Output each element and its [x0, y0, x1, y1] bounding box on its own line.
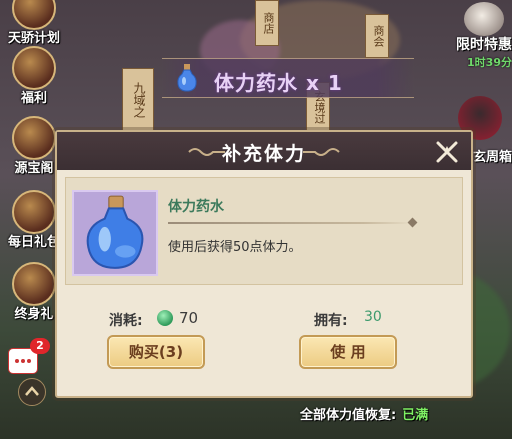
- item-info-panel: 体力药水 使用后获得50点体力。: [65, 177, 463, 285]
- background-sign-nine-realms: 九域之: [122, 68, 154, 132]
- chevron-up-icon: [25, 386, 39, 396]
- limited-offer-countdown: 1时39分: [467, 56, 512, 69]
- background-sign-guild: 商会: [365, 14, 389, 58]
- potion-bottle-icon: [177, 64, 197, 92]
- stamina-recover-status: 全部体力值恢复: 已满: [300, 404, 428, 423]
- menu-item-yuanbao-pavilion[interactable]: 源宝阁: [6, 116, 62, 176]
- recover-label: 全部体力值恢复:: [300, 408, 397, 423]
- gift-box-icon: [12, 190, 56, 234]
- scroll-icon: [12, 0, 56, 30]
- character-portrait-icon: [464, 2, 504, 36]
- cost-value: 70: [179, 309, 199, 327]
- recover-status-value: 已满: [402, 408, 429, 423]
- divider-ornament: [407, 217, 418, 228]
- character-event-label: 玄周箱: [472, 150, 512, 165]
- limited-offer-label: 限时特惠: [456, 37, 512, 53]
- limited-offer-button[interactable]: 限时特惠 1时39分: [440, 2, 512, 69]
- owned-label: 拥有:: [314, 313, 348, 329]
- item-description: 使用后获得50点体力。: [168, 240, 302, 255]
- menu-item-lifetime-gift[interactable]: 终身礼: [6, 262, 62, 322]
- menu-item-tianjiao-plan[interactable]: 天骄计划: [6, 0, 62, 46]
- jade-currency-icon: [157, 310, 173, 326]
- item-icon-frame: [72, 190, 158, 276]
- cloud-ornament-icon: [303, 148, 340, 156]
- replenish-stamina-dialog: 补充体力 体力药水 使用后获得50点体力。 消耗: 70 拥有: 30 购买(3…: [55, 130, 473, 398]
- use-button[interactable]: 使 用: [299, 335, 397, 369]
- divider: [168, 222, 412, 224]
- item-name: 体力药水: [168, 199, 224, 215]
- dialog-header: 补充体力: [57, 132, 471, 170]
- buy-button[interactable]: 购买(3): [107, 335, 205, 369]
- gift-scroll-icon: [12, 46, 56, 90]
- pavilion-icon: [12, 116, 56, 160]
- scroll-up-button[interactable]: [18, 378, 46, 406]
- menu-label: 天骄计划: [7, 31, 60, 46]
- cost-label: 消耗:: [109, 313, 143, 329]
- banner-item-text: 体力药水 x 1: [214, 71, 343, 95]
- menu-item-welfare[interactable]: 福利: [6, 46, 62, 106]
- dialog-title: 补充体力: [221, 143, 306, 165]
- chat-badge: 2: [30, 338, 50, 354]
- stamina-potion-icon: [86, 195, 144, 269]
- chest-icon: [12, 262, 56, 306]
- owned-value: 30: [364, 309, 382, 325]
- menu-item-daily-gift[interactable]: 每日礼包: [6, 190, 62, 250]
- background-sign-shop: 商店: [255, 0, 279, 46]
- menu-label: 福利: [20, 91, 47, 106]
- close-icon[interactable]: [435, 140, 459, 164]
- reward-banner: 体力药水 x 1: [162, 58, 414, 98]
